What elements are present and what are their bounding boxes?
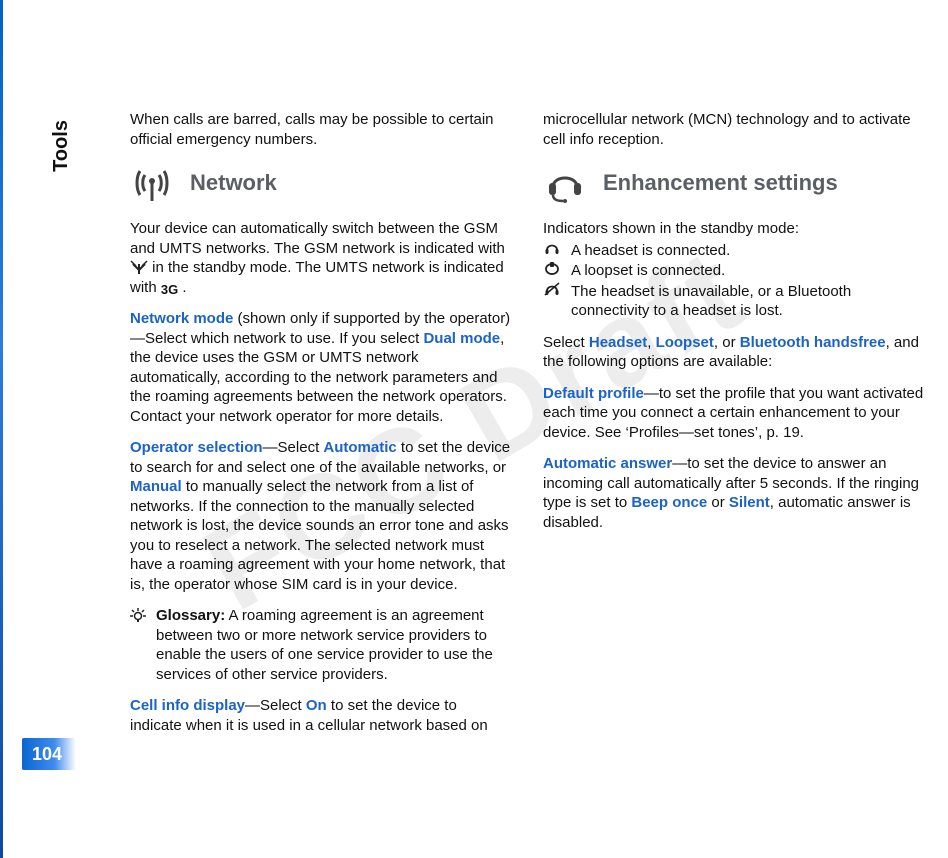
headset-icon	[543, 161, 587, 205]
term-auto-answer: Automatic answer	[543, 455, 672, 472]
intro-text: When calls are barred, calls may be poss…	[130, 110, 511, 149]
select-enh-para: Select Headset, Loopset, or Bluetooth ha…	[543, 333, 924, 372]
network-body: Your device can automatically switch bet…	[130, 219, 511, 297]
headphones-strike-icon	[543, 282, 561, 296]
opt-headset: Headset	[589, 334, 647, 351]
rail-content: Tools	[33, 0, 89, 858]
term-network-mode: Network mode	[130, 310, 233, 327]
opt-silent: Silent	[729, 494, 770, 511]
left-rail: Tools	[0, 0, 89, 858]
opt-manual: Manual	[130, 478, 182, 495]
opt-on: On	[306, 697, 327, 714]
term-cell-info: Cell info display	[130, 697, 245, 714]
operator-selection-para: Operator selection—Select Automatic to s…	[130, 438, 511, 594]
indicator-headset: A headset is connected.	[543, 241, 924, 261]
indicator-bt-lost: The headset is unavailable, or a Bluetoo…	[543, 282, 924, 321]
opt-loopset: Loopset	[656, 334, 714, 351]
enhancement-heading: Enhancement settings	[543, 161, 924, 205]
three-g-icon: 3G	[161, 283, 178, 297]
enhancement-heading-text: Enhancement settings	[603, 169, 838, 198]
term-default-profile: Default profile	[543, 385, 644, 402]
glossary-label: Glossary:	[156, 607, 225, 624]
default-profile-para: Default profile—to set the profile that …	[543, 384, 924, 443]
opt-automatic: Automatic	[323, 439, 396, 456]
section-title: Tools	[50, 120, 73, 172]
network-mode-para: Network mode (shown only if supported by…	[130, 309, 511, 426]
opt-bt-handsfree: Bluetooth handsfree	[740, 334, 886, 351]
auto-answer-para: Automatic answer—to set the device to an…	[543, 454, 924, 532]
glossary-block: Glossary: A roaming agreement is an agre…	[130, 606, 511, 684]
loopset-icon	[543, 261, 561, 275]
bulb-icon	[130, 608, 146, 624]
network-heading-text: Network	[190, 169, 277, 198]
antenna-icon	[130, 161, 174, 205]
content-columns: When calls are barred, calls may be poss…	[130, 110, 924, 758]
signal-icon	[130, 260, 148, 274]
headphones-icon	[543, 241, 561, 255]
opt-beep-once: Beep once	[631, 494, 707, 511]
network-heading: Network	[130, 161, 511, 205]
page-number: 104	[22, 738, 76, 770]
indicator-loopset: A loopset is connected.	[543, 261, 924, 281]
term-operator-selection: Operator selection	[130, 439, 263, 456]
indicators-intro: Indicators shown in the standby mode:	[543, 219, 924, 239]
opt-dual-mode: Dual mode	[423, 330, 500, 347]
